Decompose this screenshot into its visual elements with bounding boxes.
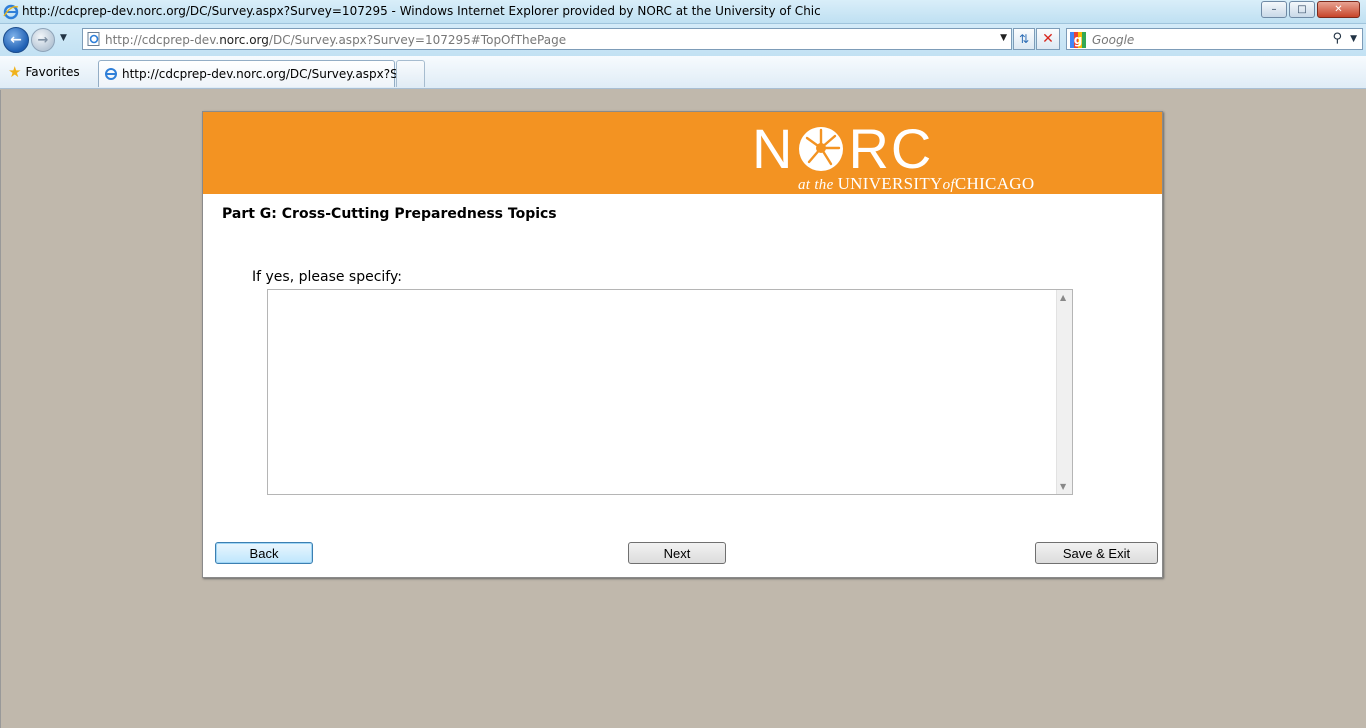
internet-explorer-icon	[105, 68, 117, 80]
window-title: http://cdcprep-dev.norc.org/DC/Survey.as…	[22, 4, 821, 18]
answer-textarea[interactable]	[268, 290, 1056, 494]
logo-wordmark: N RC	[752, 117, 933, 181]
favorites-button[interactable]: ★ Favorites	[8, 63, 80, 81]
answer-textarea-container[interactable]: ▲ ▼	[267, 289, 1073, 495]
section-title: Part G: Cross-Cutting Preparedness Topic…	[222, 206, 557, 222]
save-exit-button[interactable]: Save & Exit	[1035, 542, 1158, 564]
star-icon: ★	[8, 63, 22, 81]
favorites-label: Favorites	[25, 65, 80, 79]
question-label: If yes, please specify:	[252, 269, 402, 285]
next-button[interactable]: Next	[628, 542, 726, 564]
google-icon: g	[1070, 32, 1086, 48]
address-bar[interactable]: http://cdcprep-dev.norc.org/DC/Survey.as…	[82, 28, 1012, 50]
window-title-bar: http://cdcprep-dev.norc.org/DC/Survey.as…	[0, 0, 1366, 24]
scroll-down-icon[interactable]: ▼	[1060, 482, 1066, 491]
back-arrow-icon[interactable]: ←	[3, 27, 29, 53]
logo-tagline: at the UNIVERSITYofCHICAGO	[798, 174, 1035, 193]
page-icon	[87, 32, 100, 46]
internet-explorer-icon	[3, 4, 19, 20]
minimize-button[interactable]: –	[1261, 1, 1287, 18]
close-button[interactable]: ✕	[1317, 1, 1360, 18]
forward-arrow-icon[interactable]: →	[31, 28, 55, 52]
textarea-scrollbar[interactable]: ▲ ▼	[1056, 290, 1072, 494]
search-input[interactable]: Google	[1092, 33, 1134, 47]
navigation-bar: ← → ▼ http://cdcprep-dev.norc.org/DC/Sur…	[0, 24, 1366, 56]
norc-logo: N RC at the UNIVERSITYofCHICAGO	[752, 117, 1062, 193]
tab-label: http://cdcprep-dev.norc.org/DC/Survey.as…	[122, 67, 421, 81]
refresh-icon[interactable]: ⇅	[1013, 28, 1035, 50]
back-button[interactable]: Back	[215, 542, 313, 564]
recent-pages-dropdown-icon[interactable]: ▼	[60, 33, 67, 43]
address-dropdown-icon[interactable]: ▼	[1000, 33, 1007, 43]
address-url[interactable]: http://cdcprep-dev.norc.org/DC/Survey.as…	[105, 33, 566, 47]
search-options-dropdown-icon[interactable]: ▼	[1350, 34, 1357, 44]
window-controls: – □ ✕	[1259, 1, 1360, 18]
stop-icon[interactable]: ✕	[1036, 28, 1060, 50]
header-banner: N RC at the UNIVERSITYofCHICAGO	[203, 112, 1162, 194]
logo-letters-rc: RC	[848, 117, 934, 180]
search-box[interactable]: g Google ⚲ ▼	[1066, 28, 1363, 50]
starburst-o-icon	[799, 127, 844, 171]
new-tab-button[interactable]	[396, 60, 425, 87]
survey-panel: N RC at the UNIVERSITYofCHICAGO Part G: …	[202, 111, 1163, 578]
favorites-bar: ★ Favorites http://cdcprep-dev.norc.org/…	[0, 56, 1366, 89]
maximize-button[interactable]: □	[1289, 1, 1315, 18]
tab-survey[interactable]: http://cdcprep-dev.norc.org/DC/Survey.as…	[98, 60, 421, 87]
scroll-up-icon[interactable]: ▲	[1060, 293, 1066, 302]
search-icon[interactable]: ⚲	[1332, 31, 1342, 46]
logo-letter-n: N	[752, 117, 795, 180]
